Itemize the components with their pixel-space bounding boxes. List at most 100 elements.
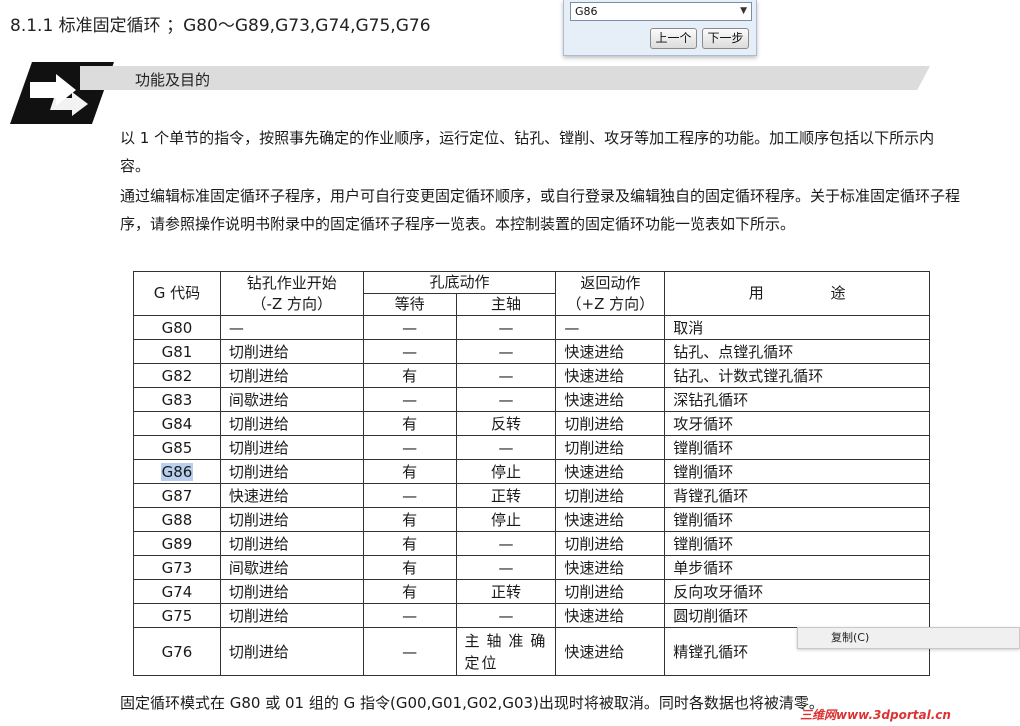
cell-spindle: —: [455, 555, 557, 580]
cell-return: 快速进给: [555, 339, 666, 364]
cell-return: 快速进给: [555, 459, 666, 484]
cell-spindle: 反转: [455, 411, 557, 436]
cell-dwell: 有: [362, 555, 457, 580]
header-return-line2: （+Z 方向）: [566, 294, 655, 313]
cell-gcode: G89: [133, 531, 221, 556]
cell-return: 切削进给: [555, 435, 666, 460]
cell-gcode: G80: [133, 315, 221, 340]
table-row: G87 快速进给 — 正转 切削进给 背镗孔循环: [133, 483, 930, 508]
find-previous-button[interactable]: 上一个: [650, 28, 697, 49]
cell-usage: 镗削循环: [664, 459, 930, 484]
cell-spindle: —: [455, 603, 557, 628]
table-body: G80 — — — — 取消 G81 切削进给 — — 快速进给 钻孔、点镗孔循…: [133, 315, 930, 676]
cell-usage: 镗削循环: [664, 531, 930, 556]
subroutine-paragraph: 通过编辑标准固定循环子程序，用户可自行变更固定循环顺序，或自行登录及编辑独自的固…: [120, 187, 961, 233]
cell-gcode: G82: [133, 363, 221, 388]
cell-usage: 反向攻牙循环: [664, 579, 930, 604]
table-row: G73 间歇进给 有 — 快速进给 单步循环: [133, 555, 930, 580]
cell-usage: 攻牙循环: [664, 411, 930, 436]
cell-gcode: G83: [133, 387, 221, 412]
cell-spindle: 正转: [455, 483, 557, 508]
cell-gcode: G88: [133, 507, 221, 532]
cell-drill: 切削进给: [219, 459, 364, 484]
cell-spindle: —: [455, 339, 557, 364]
cell-spindle: —: [455, 363, 557, 388]
cell-spindle: —: [455, 531, 557, 556]
table-row: G81 切削进给 — — 快速进给 钻孔、点镗孔循环: [133, 339, 930, 364]
table-row: G74 切削进给 有 正转 切削进给 反向攻牙循环: [133, 579, 930, 604]
context-menu-copy-item[interactable]: 复制(C): [797, 627, 1020, 649]
find-search-value: G86: [575, 5, 598, 18]
cell-gcode: G81: [133, 339, 221, 364]
banner-label: 功能及目的: [135, 71, 211, 89]
cell-drill: 间歇进给: [219, 555, 364, 580]
cell-return: 切削进给: [555, 411, 666, 436]
cell-spindle: 停止: [455, 507, 557, 532]
cell-drill: 切削进给: [219, 603, 364, 628]
cell-gcode: G73: [133, 555, 221, 580]
cell-drill: 切削进给: [219, 435, 364, 460]
cell-usage: 钻孔、计数式镗孔循环: [664, 363, 930, 388]
cell-drill: 切削进给: [219, 627, 364, 676]
table-row: G82 切削进给 有 — 快速进给 钻孔、计数式镗孔循环: [133, 363, 930, 388]
canned-cycle-table: G 代码 钻孔作业开始 （-Z 方向） 孔底动作 返回动作 （+Z 方向） 用 …: [133, 271, 930, 676]
cell-dwell: 有: [362, 459, 457, 484]
cell-usage: 钻孔、点镗孔循环: [664, 339, 930, 364]
cell-drill: 切削进给: [219, 507, 364, 532]
table-row: G83 间歇进给 — — 快速进给 深钻孔循环: [133, 387, 930, 412]
table-row: G86 切削进给 有 停止 快速进给 镗削循环: [133, 459, 930, 484]
cell-gcode: G74: [133, 579, 221, 604]
cell-dwell: 有: [362, 531, 457, 556]
header-dwell: 等待: [362, 293, 457, 316]
cell-dwell: —: [362, 387, 457, 412]
header-drill-start: 钻孔作业开始 （-Z 方向）: [219, 271, 364, 316]
cell-dwell: —: [362, 339, 457, 364]
cell-dwell: —: [362, 627, 457, 676]
cell-return: 快速进给: [555, 627, 666, 676]
header-return: 返回动作 （+Z 方向）: [555, 271, 666, 316]
table-row: G84 切削进给 有 反转 切削进给 攻牙循环: [133, 411, 930, 436]
header-drill-start-line2: （-Z 方向）: [251, 294, 333, 313]
cell-usage: 圆切削循环: [664, 603, 930, 628]
site-watermark: 三维网www.3dportal.cn: [800, 708, 951, 722]
cell-dwell: 有: [362, 363, 457, 388]
cell-drill: 切削进给: [219, 363, 364, 388]
intro-paragraph: 以 1 个单节的指令，按照事先确定的作业顺序，运行定位、钻孔、镗削、攻牙等加工程…: [120, 129, 935, 175]
table-row: G75 切削进给 — — 快速进给 圆切削循环: [133, 603, 930, 628]
cell-dwell: —: [362, 435, 457, 460]
cell-dwell: 有: [362, 579, 457, 604]
cell-spindle: —: [455, 387, 557, 412]
header-hole-bottom: 孔底动作: [362, 271, 557, 294]
cell-drill: 间歇进给: [219, 387, 364, 412]
find-next-button[interactable]: 下一步: [702, 28, 749, 49]
cell-return: 切削进给: [555, 483, 666, 508]
cell-gcode: G75: [133, 603, 221, 628]
cell-dwell: —: [362, 315, 457, 340]
find-toolbar: G86 ▼ 上一个 下一步: [563, 0, 757, 56]
dropdown-arrow-icon[interactable]: ▼: [740, 3, 747, 20]
cell-return: 快速进给: [555, 507, 666, 532]
cell-usage: 深钻孔循环: [664, 387, 930, 412]
cell-return: 切削进给: [555, 579, 666, 604]
table-row: G85 切削进给 — — 切削进给 镗削循环: [133, 435, 930, 460]
search-highlight: G86: [160, 462, 194, 481]
cell-return: 快速进给: [555, 603, 666, 628]
cell-drill: —: [219, 315, 364, 340]
find-search-dropdown[interactable]: G86 ▼: [570, 2, 752, 21]
cell-return: 切削进给: [555, 531, 666, 556]
cell-gcode: G76: [133, 627, 221, 676]
cell-drill: 切削进给: [219, 339, 364, 364]
header-usage: 用 途: [664, 271, 930, 316]
cell-usage: 镗削循环: [664, 507, 930, 532]
table-row: G88 切削进给 有 停止 快速进给 镗削循环: [133, 507, 930, 532]
cell-drill: 切削进给: [219, 579, 364, 604]
cell-spindle: —: [455, 315, 557, 340]
table-row: G80 — — — — 取消: [133, 315, 930, 340]
header-gcode: G 代码: [133, 271, 221, 316]
cell-spindle: 主轴准确定位: [455, 627, 557, 676]
table-row: G89 切削进给 有 — 切削进给 镗削循环: [133, 531, 930, 556]
section-title: 8.1.1 标准固定循环 ；G80～G89,G73,G74,G75,G76: [10, 16, 431, 36]
cell-return: 快速进给: [555, 387, 666, 412]
header-spindle: 主轴: [455, 293, 557, 316]
cell-usage: 单步循环: [664, 555, 930, 580]
